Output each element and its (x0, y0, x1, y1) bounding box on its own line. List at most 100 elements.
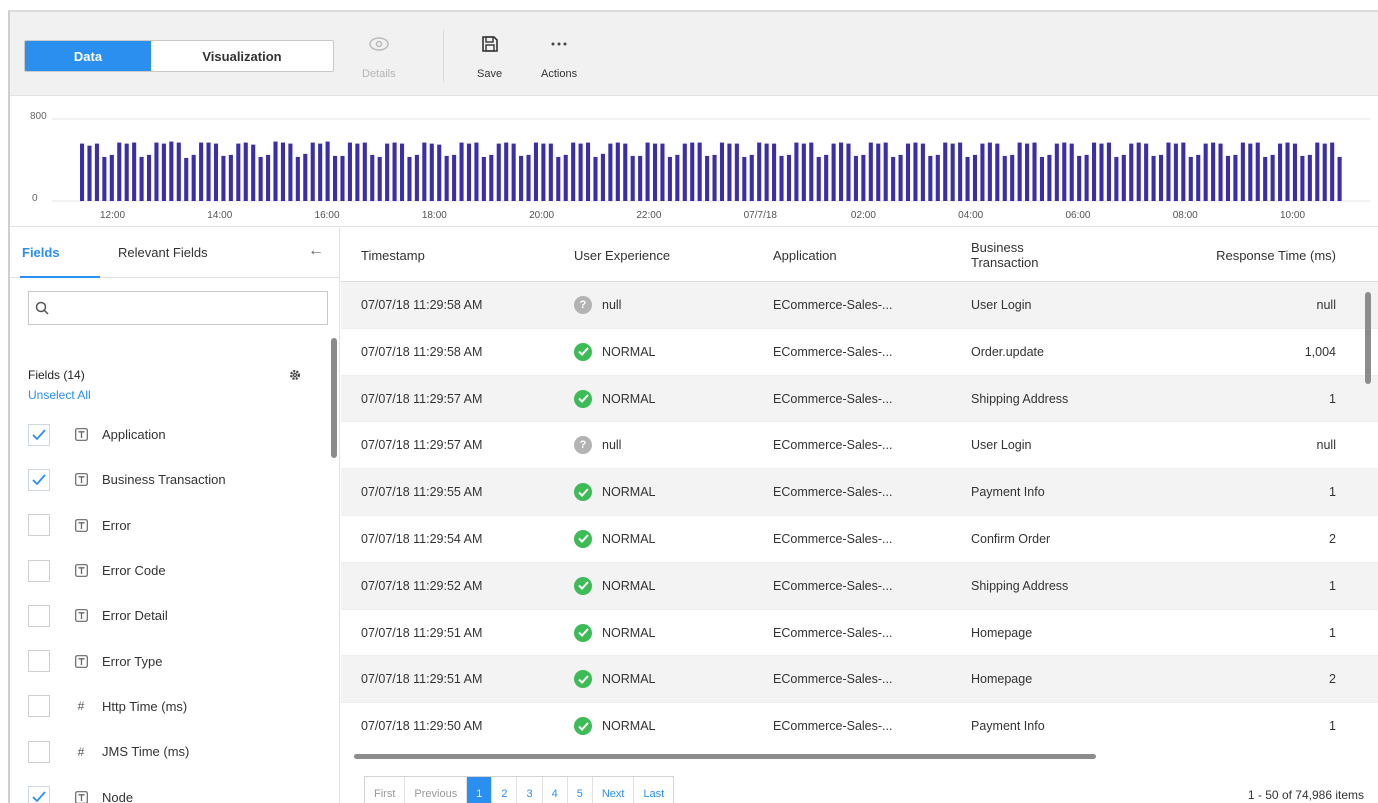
histogram-bar[interactable] (1248, 143, 1253, 201)
tab-data[interactable]: Data (25, 41, 151, 71)
histogram-bar[interactable] (868, 142, 873, 201)
fields-scrollbar[interactable] (331, 338, 337, 458)
histogram-bar[interactable] (876, 143, 881, 201)
histogram-bar[interactable] (1285, 142, 1290, 201)
histogram-bar[interactable] (958, 142, 963, 201)
histogram-bar[interactable] (1307, 154, 1312, 202)
column-header-application[interactable]: Application (773, 228, 837, 282)
histogram-bar[interactable] (236, 143, 241, 201)
histogram-bar[interactable] (652, 143, 658, 201)
histogram-bar[interactable] (1203, 143, 1208, 201)
histogram-bar[interactable] (943, 142, 948, 201)
histogram-bar[interactable] (1322, 143, 1327, 201)
histogram-bar[interactable] (385, 143, 390, 201)
table-row[interactable]: 07/07/18 11:29:51 AM NORMAL ECommerce-Sale… (341, 656, 1378, 704)
histogram-bar[interactable] (995, 143, 1000, 201)
column-header-user-experience[interactable]: User Experience (574, 228, 670, 282)
search-input[interactable] (55, 292, 327, 324)
histogram-bar[interactable] (905, 143, 911, 201)
histogram-bar[interactable] (764, 143, 769, 201)
histogram-bar[interactable] (221, 155, 226, 201)
histogram-bar[interactable] (794, 142, 799, 201)
histogram-bar[interactable] (251, 144, 256, 202)
histogram-bar[interactable] (1300, 155, 1305, 201)
histogram-bar[interactable] (809, 142, 814, 201)
histogram-bar[interactable] (228, 154, 233, 202)
histogram-bar[interactable] (727, 143, 732, 201)
page-2-button[interactable]: 2 (492, 777, 518, 803)
histogram-bar[interactable] (1218, 143, 1223, 201)
histogram-bar[interactable] (273, 141, 278, 201)
histogram-bar[interactable] (593, 156, 598, 201)
field-checkbox[interactable] (28, 604, 50, 627)
histogram-bar[interactable] (1255, 142, 1260, 201)
histogram-bar[interactable] (816, 156, 821, 201)
histogram-bar[interactable] (935, 154, 940, 202)
histogram-bar[interactable] (623, 143, 628, 201)
histogram-bar[interactable] (295, 156, 300, 201)
histogram-bar[interactable] (1002, 155, 1007, 201)
histogram-bar[interactable] (846, 143, 851, 201)
table-horizontal-scrollbar[interactable] (354, 754, 1096, 759)
column-header-response-time[interactable]: Response Time (ms) (1166, 228, 1336, 282)
table-vertical-scrollbar[interactable] (1365, 292, 1371, 384)
histogram-bar[interactable] (1136, 142, 1141, 201)
histogram-bar[interactable] (1025, 143, 1030, 201)
field-checkbox[interactable] (28, 514, 50, 537)
histogram-bar[interactable] (1121, 154, 1126, 202)
histogram-bar[interactable] (950, 143, 955, 201)
table-row[interactable]: 07/07/18 11:29:58 AM NORMAL ECommerce-Sale… (341, 329, 1378, 376)
histogram-bar[interactable] (1211, 142, 1216, 201)
histogram-bar[interactable] (1054, 143, 1059, 201)
histogram-bar[interactable] (377, 156, 382, 201)
histogram-bar[interactable] (340, 155, 345, 201)
histogram-bar[interactable] (362, 142, 367, 201)
histogram-bar[interactable] (1017, 142, 1022, 201)
histogram-bar[interactable] (578, 143, 583, 201)
field-checkbox[interactable] (28, 468, 50, 491)
histogram-bar[interactable] (705, 155, 710, 201)
field-checkbox[interactable] (28, 695, 50, 718)
field-checkbox[interactable] (28, 559, 50, 582)
histogram-bar[interactable] (146, 154, 152, 202)
histogram-bar[interactable] (1270, 154, 1275, 202)
column-header-business-transaction[interactable]: Business Transaction (971, 228, 1081, 282)
actions-button[interactable]: Actions (541, 32, 577, 80)
histogram-bar[interactable] (325, 141, 330, 201)
histogram-bar[interactable] (132, 142, 137, 201)
page-1-button[interactable]: 1 (467, 777, 493, 803)
histogram-bar[interactable] (920, 143, 925, 201)
histogram-bar[interactable] (258, 156, 263, 201)
table-row[interactable]: 07/07/18 11:29:57 AM? null ECommerce-Sales… (341, 422, 1378, 470)
histogram-bar[interactable] (496, 143, 501, 201)
previous-page-button[interactable]: Previous (405, 777, 468, 803)
page-4-button[interactable]: 4 (543, 777, 568, 803)
histogram-bar[interactable] (474, 142, 479, 201)
histogram-bar[interactable] (310, 142, 315, 201)
histogram-bar[interactable] (407, 156, 412, 201)
histogram-bar[interactable] (541, 143, 546, 201)
histogram-bar[interactable] (786, 154, 791, 202)
histogram-bar[interactable] (556, 156, 561, 201)
histogram-bar[interactable] (801, 143, 806, 201)
histogram-bar[interactable] (682, 143, 687, 201)
histogram-bar[interactable] (444, 155, 449, 201)
field-checkbox[interactable] (28, 740, 50, 763)
save-button[interactable]: Save (477, 32, 502, 80)
histogram-bar[interactable] (972, 154, 978, 202)
histogram-bar[interactable] (452, 154, 457, 202)
histogram-bar[interactable] (571, 142, 576, 201)
histogram-bar[interactable] (139, 156, 144, 201)
histogram-bar[interactable] (1039, 156, 1044, 201)
histogram-bar[interactable] (489, 154, 494, 202)
histogram-bar[interactable] (124, 143, 129, 201)
histogram-bar[interactable] (1337, 156, 1342, 201)
histogram-bar[interactable] (891, 156, 896, 201)
histogram-bar[interactable] (980, 143, 985, 201)
histogram-bar[interactable] (1092, 142, 1097, 201)
histogram-bar[interactable] (928, 155, 933, 201)
table-row[interactable]: 07/07/18 11:29:51 AM NORMAL ECommerce-Sale… (341, 610, 1378, 657)
histogram-bar[interactable] (1240, 142, 1245, 201)
histogram-bar[interactable] (898, 154, 903, 202)
histogram-bar[interactable] (734, 143, 739, 201)
